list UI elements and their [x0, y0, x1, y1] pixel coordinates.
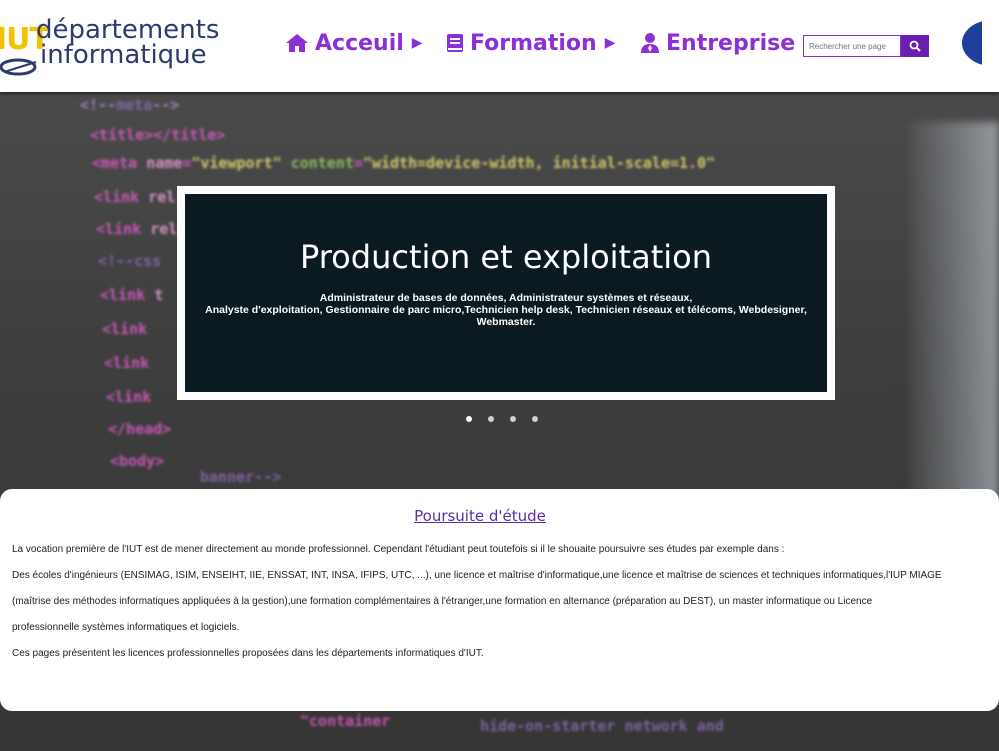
- decorative-code: hide-on-starter network and: [480, 717, 724, 735]
- screen-glare: [909, 122, 999, 502]
- paragraph: Ces pages présentent les licences profes…: [12, 648, 484, 659]
- decorative-code: <meta name="viewport" content="width=dev…: [92, 154, 716, 172]
- search-icon: [909, 40, 921, 52]
- decorative-code: <body>: [110, 452, 165, 470]
- nav-entreprise-label: Entreprise: [666, 30, 796, 56]
- paragraph: Des écoles d'ingénieurs (ENSIMAG, ISIM, …: [12, 570, 942, 581]
- nav-entreprise[interactable]: Entreprise: [640, 28, 795, 58]
- logo-swoosh-icon: [0, 58, 37, 76]
- book-icon: [447, 34, 463, 52]
- decorative-code: </head>: [108, 420, 172, 438]
- carousel-dot[interactable]: [510, 416, 516, 422]
- decorative-code: <link: [106, 388, 152, 406]
- logo-line-2: informatique: [40, 40, 207, 70]
- logo-text: départements informatique: [36, 17, 219, 70]
- decorative-code: "container: [300, 712, 391, 730]
- home-icon: [286, 34, 308, 52]
- decorative-code: <link: [102, 320, 148, 338]
- france-flag-icon[interactable]: [962, 20, 999, 66]
- slide-text: Administrateur de bases de données, Admi…: [185, 292, 827, 328]
- carousel-dot[interactable]: [488, 416, 494, 422]
- slide-text-line: Administrateur de bases de données, Admi…: [319, 292, 693, 304]
- caret-right-icon: ▶: [604, 35, 616, 51]
- nav-accueil-label: Acceuil: [315, 30, 404, 56]
- decorative-code: banner-->: [200, 468, 282, 486]
- paragraph: (maîtrise des méthodes informatiques app…: [12, 596, 873, 607]
- section-title[interactable]: Poursuite d'étude: [0, 507, 960, 525]
- site-logo[interactable]: IUT départements informatique: [0, 14, 220, 84]
- search-button[interactable]: [901, 35, 929, 57]
- decorative-code: <link rel: [96, 220, 178, 238]
- user-tie-icon: [641, 33, 659, 53]
- decorative-code: <title></title>: [90, 126, 226, 144]
- nav-accueil[interactable]: Acceuil ▶: [285, 28, 423, 58]
- site-header: IUT départements informatique Acceuil ▶ …: [0, 0, 999, 92]
- nav-formation[interactable]: Formation ▶: [446, 28, 616, 58]
- slide-text-line: Webmaster.: [476, 316, 536, 328]
- paragraph: professionnelle systèmes informatiques e…: [12, 622, 240, 633]
- decorative-code: <link rel: [94, 188, 176, 206]
- carousel-indicators: [466, 416, 538, 422]
- carousel-dot[interactable]: [466, 416, 472, 422]
- caret-right-icon: ▶: [411, 35, 423, 51]
- decorative-code: <link: [104, 354, 150, 372]
- paragraph: La vocation première de l'IUT est de men…: [12, 544, 785, 555]
- nav-formation-label: Formation: [470, 30, 597, 56]
- carousel-dot[interactable]: [532, 416, 538, 422]
- search-input[interactable]: [803, 35, 901, 57]
- decorative-code: <link t: [100, 286, 164, 304]
- slide-title: Production et exploitation: [299, 238, 712, 276]
- content-card: Poursuite d'étude La vocation première d…: [0, 489, 999, 711]
- slide-content: Production et exploitation Administrateu…: [185, 194, 827, 392]
- slide-text-line: Analyste d'exploitation, Gestionnaire de…: [205, 304, 807, 316]
- decorative-code: <!--css: [98, 252, 162, 270]
- carousel-slide[interactable]: Production et exploitation Administrateu…: [177, 186, 835, 400]
- decorative-code: <!--meta-->: [80, 96, 180, 114]
